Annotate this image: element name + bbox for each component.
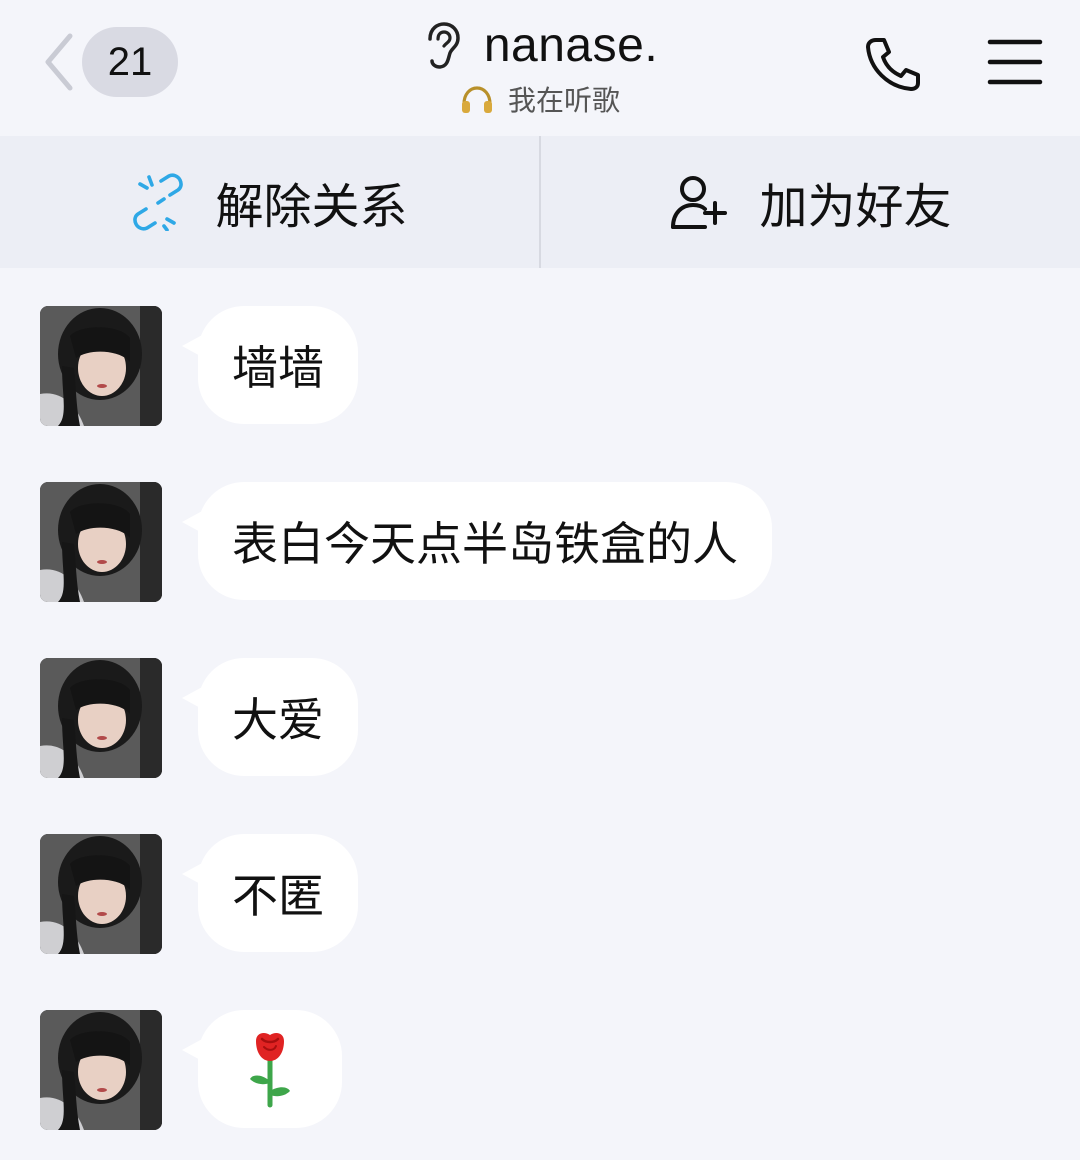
chat-title: nanase. <box>483 19 659 72</box>
remove-relation-label: 解除关系 <box>215 179 408 235</box>
status-text: 我在听歌 <box>507 83 620 117</box>
ear-icon <box>428 21 460 69</box>
message-bubble[interactable]: 不匿 <box>182 834 358 952</box>
message-bubble[interactable]: 大爱 <box>182 658 358 776</box>
avatar-image <box>40 658 162 778</box>
menu-icon[interactable] <box>986 38 1044 86</box>
title-row[interactable]: nanase. <box>422 18 658 73</box>
add-friend-label: 加为好友 <box>759 179 952 235</box>
avatar-image <box>40 482 162 602</box>
avatar[interactable] <box>40 834 162 954</box>
headphone-icon <box>461 85 492 113</box>
message-bubble[interactable]: 墙墙 <box>182 306 358 424</box>
add-friend-button[interactable]: 加为好友 <box>541 136 1080 268</box>
message-bubble-emoji[interactable] <box>182 1010 342 1128</box>
rose-icon <box>250 1033 290 1108</box>
add-user-icon <box>671 176 728 229</box>
avatar[interactable] <box>40 658 162 778</box>
avatar[interactable] <box>40 482 162 602</box>
action-bar: 解除关系 加为好友 <box>0 136 1080 268</box>
chat-header: 21 nanase. 我在听歌 <box>0 0 1080 136</box>
phone-icon[interactable] <box>864 36 922 92</box>
remove-relation-button[interactable]: 解除关系 <box>0 136 539 268</box>
avatar-image <box>40 1010 162 1130</box>
avatar-image <box>40 834 162 954</box>
status-row: 我在听歌 <box>460 79 620 119</box>
unlink-icon <box>133 173 184 231</box>
avatar[interactable] <box>40 1010 162 1130</box>
message-bubble[interactable]: 表白今天点半岛铁盒的人 <box>182 482 772 600</box>
avatar-image <box>40 306 162 426</box>
avatar[interactable] <box>40 306 162 426</box>
